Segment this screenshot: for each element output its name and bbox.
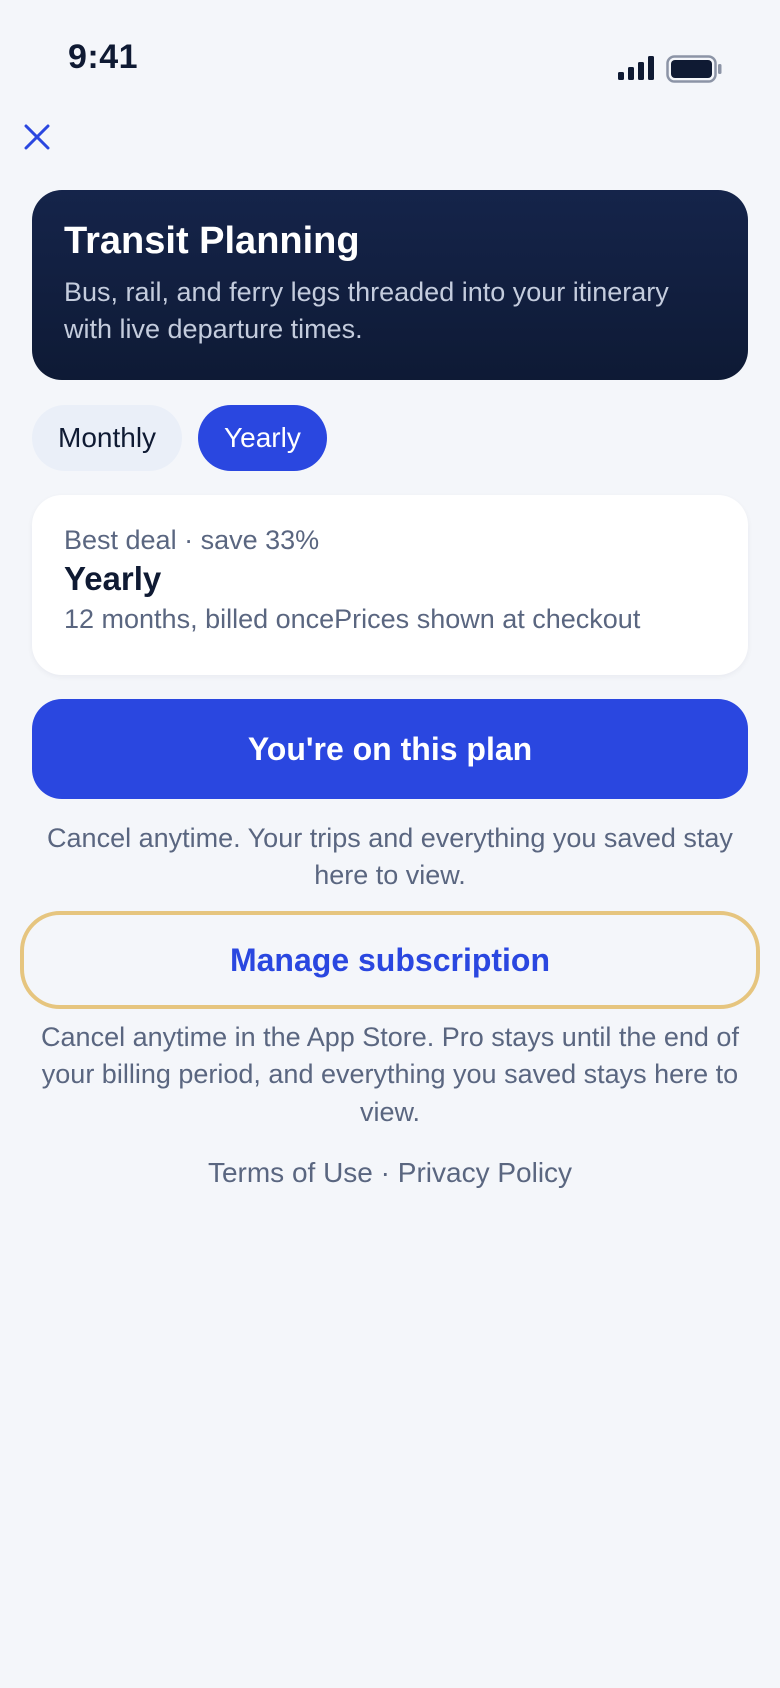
privacy-policy-link[interactable]: Privacy Policy xyxy=(398,1157,572,1188)
current-plan-button[interactable]: You're on this plan xyxy=(32,699,748,799)
toggle-monthly[interactable]: Monthly xyxy=(32,405,183,471)
feature-hero-card: Transit Planning Bus, rail, and ferry le… xyxy=(32,190,748,380)
cancel-note: Cancel anytime. Your trips and everythin… xyxy=(47,823,733,891)
plan-description: 12 months, billed oncePrices shown at ch… xyxy=(64,604,641,634)
feature-title: Transit Planning xyxy=(64,220,360,262)
plan-card[interactable]: Best deal · save 33% Yearly 12 months, b… xyxy=(32,495,748,675)
plan-savings-tag: Best deal · save 33% xyxy=(64,525,320,555)
manage-subscription-button[interactable]: Manage subscription xyxy=(20,911,760,1009)
cellular-signal-icon xyxy=(618,56,654,80)
app-store-cancel-note: Cancel anytime in the App Store. Pro sta… xyxy=(41,1022,739,1127)
billing-period-toggle: Monthly Yearly xyxy=(32,405,327,471)
plan-name: Yearly xyxy=(64,560,162,597)
battery-icon xyxy=(666,55,722,83)
close-icon xyxy=(24,124,50,150)
terms-of-use-link[interactable]: Terms of Use xyxy=(208,1157,373,1188)
close-button[interactable] xyxy=(20,120,54,154)
status-time: 9:41 xyxy=(68,38,139,76)
status-bar: 9:41 xyxy=(0,0,780,120)
feature-subtitle: Bus, rail, and ferry legs threaded into … xyxy=(64,276,669,344)
legal-links: Terms of Use · Privacy Policy xyxy=(32,1157,748,1189)
toggle-yearly[interactable]: Yearly xyxy=(198,405,327,471)
legal-separator: · xyxy=(372,1157,398,1188)
